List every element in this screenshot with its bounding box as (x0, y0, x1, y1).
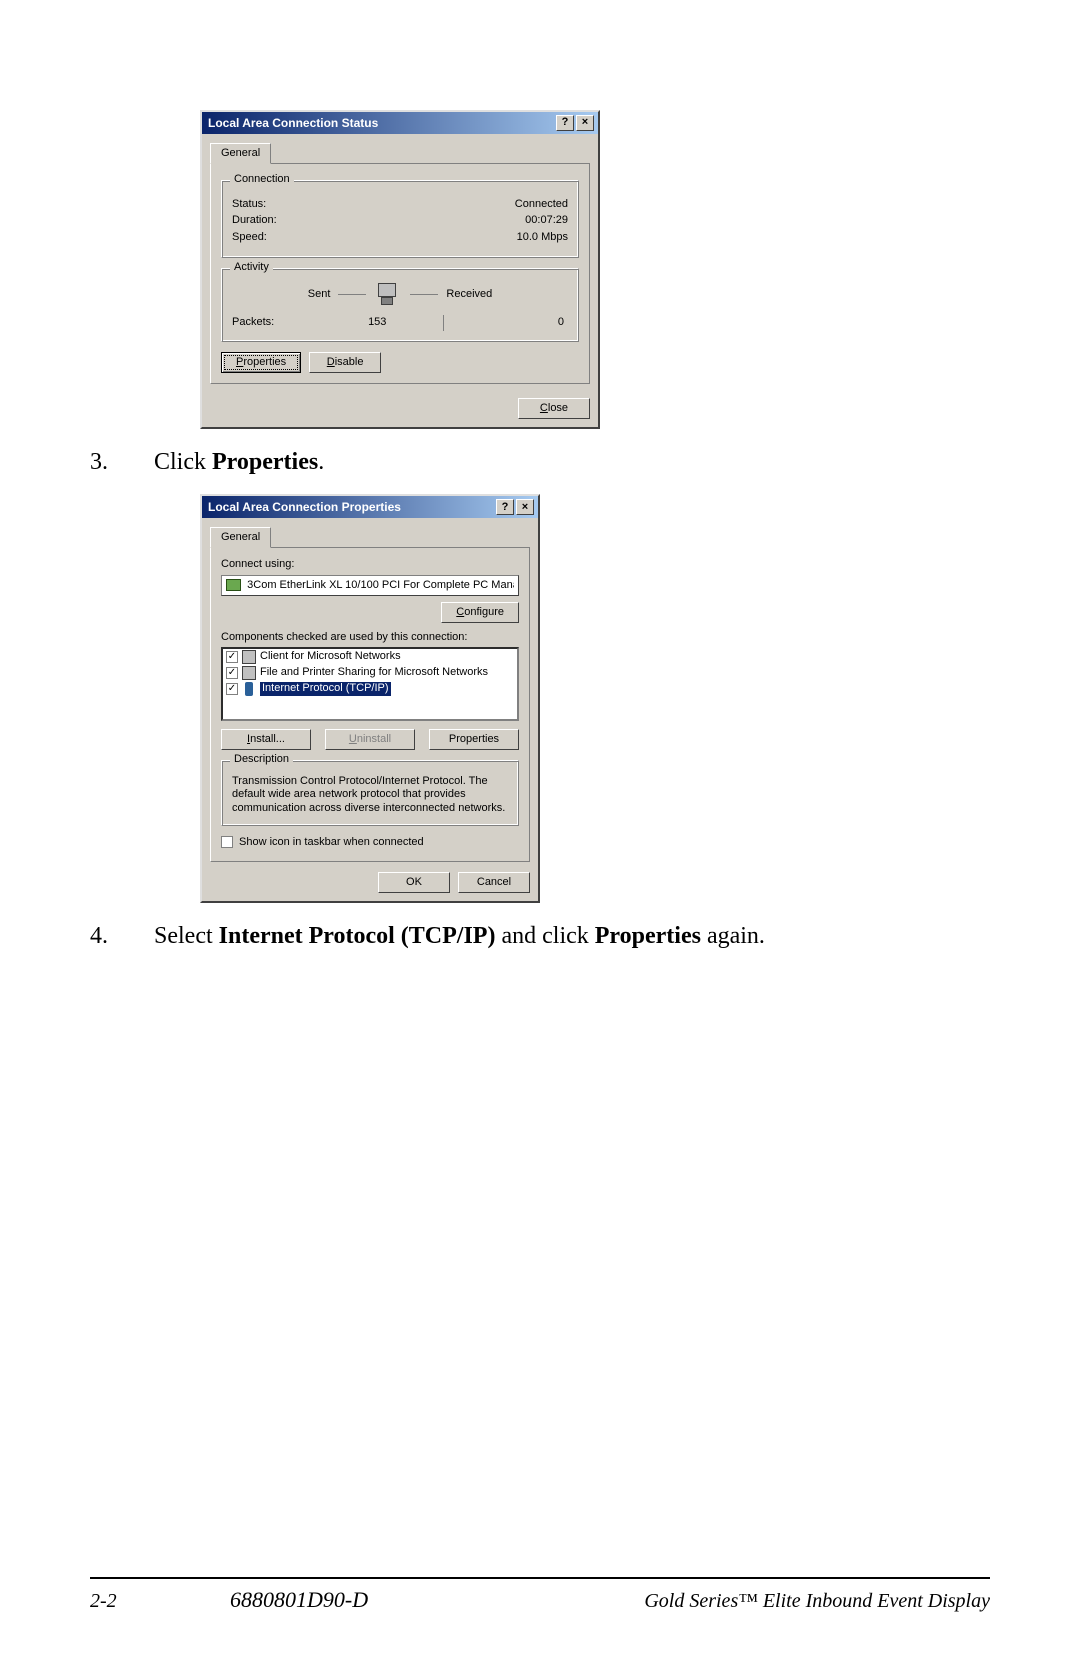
group-connection-legend: Connection (230, 173, 294, 186)
packets-label: Packets: (232, 316, 322, 329)
packets-received-value: 0 (454, 316, 569, 329)
service-icon (242, 650, 256, 664)
properties-button[interactable]: Properties (221, 352, 301, 373)
install-button[interactable]: Install... (221, 729, 311, 750)
group-activity-legend: Activity (230, 261, 273, 274)
cancel-button[interactable]: Cancel (458, 872, 530, 893)
help-button[interactable]: ? (556, 115, 574, 131)
status-value: Connected (515, 198, 568, 211)
component-checkbox[interactable] (226, 651, 238, 663)
lan-properties-titlebar: Local Area Connection Properties ? × (202, 496, 538, 518)
network-activity-icon (374, 283, 402, 307)
component-label: Client for Microsoft Networks (260, 650, 401, 663)
components-listbox[interactable]: Client for Microsoft Networks File and Pr… (221, 647, 519, 721)
component-label: File and Printer Sharing for Microsoft N… (260, 666, 488, 679)
lan-properties-title: Local Area Connection Properties (208, 500, 494, 514)
components-label: Components checked are used by this conn… (221, 631, 519, 644)
show-icon-label: Show icon in taskbar when connected (239, 836, 424, 849)
tab-general[interactable]: General (210, 143, 271, 164)
protocol-icon (242, 682, 256, 696)
lan-status-dialog: Local Area Connection Status ? × General… (200, 110, 600, 429)
disable-button[interactable]: Disable (309, 352, 381, 373)
instruction-step-3: 3.Click Properties. (124, 449, 990, 476)
list-item[interactable]: File and Printer Sharing for Microsoft N… (223, 665, 517, 681)
group-description-legend: Description (230, 753, 293, 766)
group-description: Description Transmission Control Protoco… (221, 760, 519, 826)
uninstall-button: Uninstall (325, 729, 415, 750)
service-icon (242, 666, 256, 680)
duration-label: Duration: (232, 214, 277, 227)
group-connection: Connection Status: Connected Duration: 0… (221, 180, 579, 258)
product-name: Gold Series™ Elite Inbound Event Display (368, 1590, 990, 1613)
component-checkbox[interactable] (226, 667, 238, 679)
speed-label: Speed: (232, 231, 267, 244)
connect-using-label: Connect using: (221, 558, 519, 571)
show-icon-checkbox[interactable] (221, 836, 233, 848)
lan-status-title: Local Area Connection Status (208, 116, 554, 130)
close-button[interactable]: Close (518, 398, 590, 419)
page-footer: 2-2 6880801D90-D Gold Series™ Elite Inbo… (90, 1577, 990, 1613)
page-number: 2-2 (90, 1590, 230, 1613)
duration-value: 00:07:29 (525, 214, 568, 227)
component-checkbox[interactable] (226, 683, 238, 695)
activity-sent-label: Sent (308, 288, 331, 301)
nic-icon (226, 579, 241, 591)
status-label: Status: (232, 198, 266, 211)
description-text: Transmission Control Protocol/Internet P… (232, 775, 508, 815)
speed-value: 10.0 Mbps (517, 231, 568, 244)
activity-received-label: Received (446, 288, 492, 301)
group-activity: Activity Sent Received Packets: 153 (221, 268, 579, 342)
lan-status-titlebar: Local Area Connection Status ? × (202, 112, 598, 134)
properties-button-2[interactable]: Properties (429, 729, 519, 750)
lan-properties-dialog: Local Area Connection Properties ? × Gen… (200, 494, 540, 903)
document-id: 6880801D90-D (230, 1587, 368, 1613)
instruction-step-4: 4.Select Internet Protocol (TCP/IP) and … (124, 923, 990, 950)
activity-line-right (410, 294, 438, 295)
ok-button[interactable]: OK (378, 872, 450, 893)
close-icon-2[interactable]: × (516, 499, 534, 515)
configure-button[interactable]: Configure (441, 602, 519, 623)
close-icon[interactable]: × (576, 115, 594, 131)
list-item[interactable]: Internet Protocol (TCP/IP) (223, 681, 517, 697)
help-button-2[interactable]: ? (496, 499, 514, 515)
tab-general-2[interactable]: General (210, 527, 271, 548)
packets-separator (443, 315, 444, 331)
adapter-name: 3Com EtherLink XL 10/100 PCI For Complet… (247, 579, 514, 592)
adapter-field: 3Com EtherLink XL 10/100 PCI For Complet… (221, 575, 519, 596)
packets-sent-value: 153 (322, 316, 433, 329)
list-item[interactable]: Client for Microsoft Networks (223, 649, 517, 665)
component-label: Internet Protocol (TCP/IP) (260, 682, 391, 695)
activity-line-left (338, 294, 366, 295)
